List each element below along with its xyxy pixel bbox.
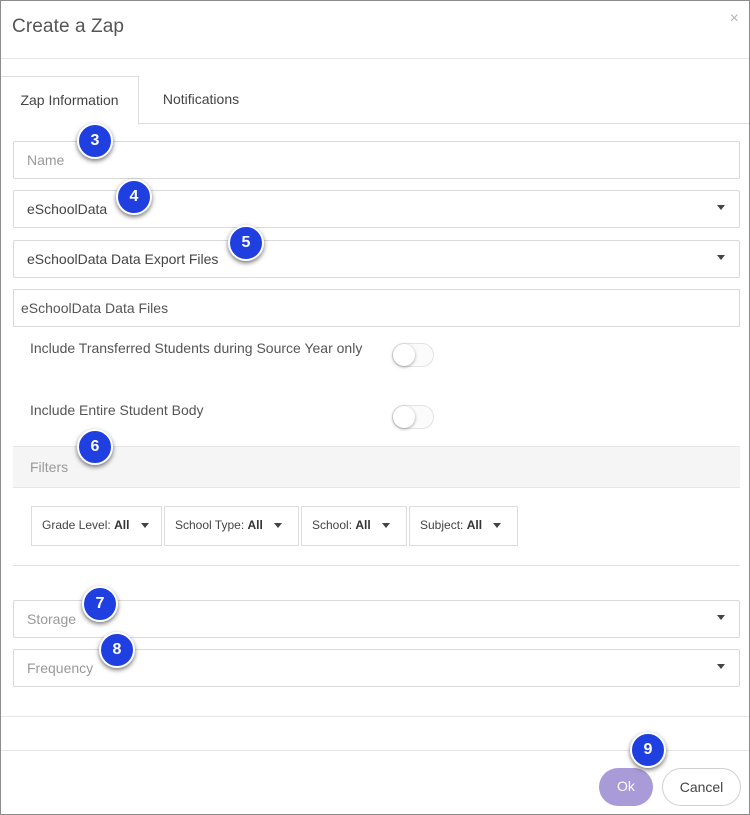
chevron-down-icon: [717, 664, 725, 669]
dialog-header: Create a Zap ×: [1, 1, 749, 59]
filter-key: Grade Level:: [42, 518, 111, 532]
callout-badge-4: 4: [116, 179, 152, 215]
tab-zap-information[interactable]: Zap Information: [1, 76, 139, 125]
data-files-value: eSchoolData Data Files: [21, 300, 169, 316]
callout-badge-6: 6: [77, 429, 113, 465]
chevron-down-icon: [717, 205, 725, 210]
chevron-down-icon: [140, 523, 149, 529]
divider: [1, 716, 749, 717]
callout-badge-7: 7: [82, 586, 118, 622]
callout-badge-5: 5: [228, 225, 264, 261]
filter-value: All: [114, 518, 130, 532]
filter-value: All: [355, 518, 371, 532]
storage-select-placeholder: Storage: [27, 611, 77, 627]
tab-notifications[interactable]: Notifications: [139, 76, 263, 124]
filter-subject[interactable]: Subject: All: [409, 506, 518, 546]
close-icon[interactable]: ×: [730, 11, 739, 27]
filter-school[interactable]: School: All: [301, 506, 407, 546]
callout-badge-3: 3: [77, 123, 113, 159]
toggle-transferred-students[interactable]: [392, 343, 434, 367]
toggle-knob: [393, 344, 415, 366]
name-input[interactable]: Name: [13, 141, 740, 179]
toggle-transferred-label: Include Transferred Students during Sour…: [30, 340, 363, 356]
ok-button[interactable]: Ok: [599, 768, 653, 806]
create-zap-dialog: Create a Zap × Zap Information Notificat…: [0, 0, 750, 815]
toggle-entire-student-body[interactable]: [392, 405, 434, 429]
chevron-down-icon: [274, 523, 283, 529]
chevron-down-icon: [382, 523, 391, 529]
callout-badge-8: 8: [99, 632, 135, 668]
filter-key: School:: [312, 518, 353, 532]
dialog-title: Create a Zap: [12, 16, 125, 37]
chevron-down-icon: [717, 615, 725, 620]
export-type-select[interactable]: eSchoolData Data Export Files: [13, 240, 740, 278]
toggle-entire-label: Include Entire Student Body: [30, 402, 204, 418]
filter-value: All: [466, 518, 483, 532]
source-select-value: eSchoolData: [27, 201, 108, 217]
frequency-select-placeholder: Frequency: [27, 660, 94, 676]
cancel-button[interactable]: Cancel: [662, 768, 741, 806]
divider: [13, 565, 740, 566]
filter-grade-level[interactable]: Grade Level: All: [31, 506, 162, 546]
filter-school-type[interactable]: School Type: All: [164, 506, 299, 546]
chevron-down-icon: [493, 523, 502, 529]
data-files-field[interactable]: eSchoolData Data Files: [13, 289, 740, 327]
filters-header: Filters: [13, 446, 740, 488]
filter-value: All: [247, 518, 263, 532]
tab-bar: Zap Information Notifications: [1, 76, 749, 125]
export-type-select-value: eSchoolData Data Export Files: [27, 251, 219, 267]
name-input-placeholder: Name: [27, 152, 65, 168]
chevron-down-icon: [717, 255, 725, 260]
filters-title: Filters: [30, 459, 69, 475]
filter-key: Subject:: [420, 518, 464, 532]
filter-key: School Type:: [175, 518, 245, 532]
toggle-knob: [393, 406, 415, 428]
callout-badge-9: 9: [630, 732, 666, 768]
